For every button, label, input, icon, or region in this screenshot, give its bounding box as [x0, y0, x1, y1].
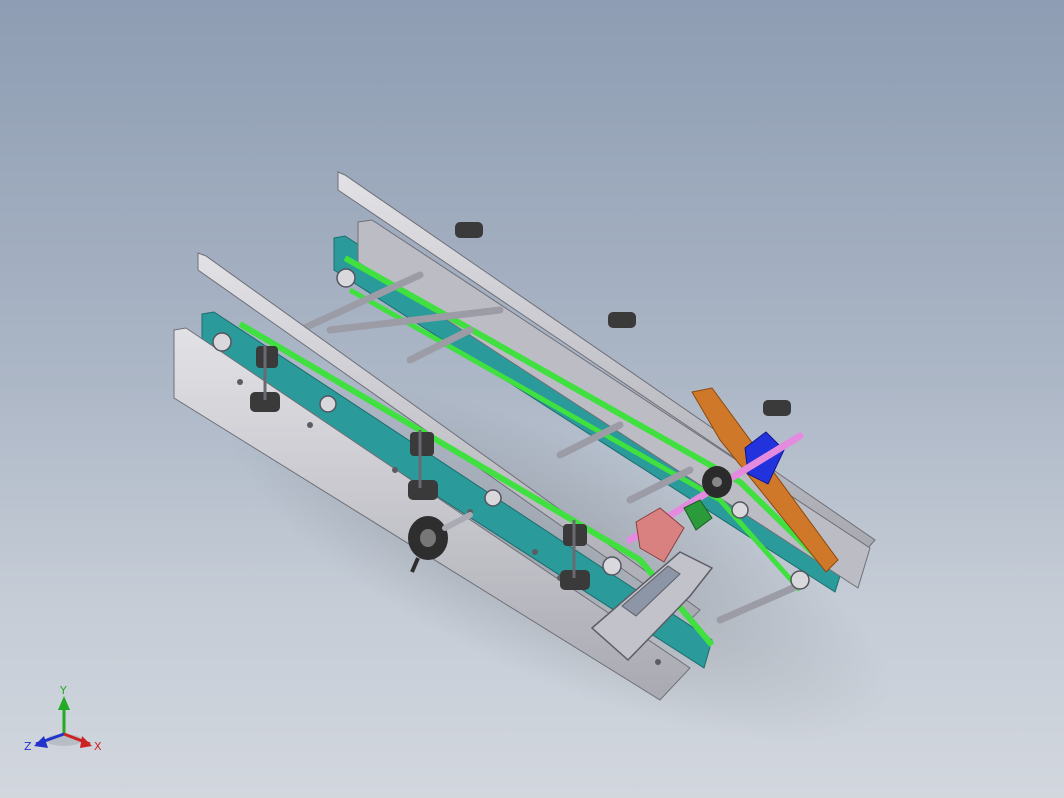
- y-axis-arrow: [58, 696, 70, 710]
- axis-triad: Y Z X: [24, 684, 102, 753]
- y-axis-label: Y: [59, 684, 67, 697]
- z-axis-arrow: [34, 736, 48, 748]
- x-axis-label: X: [94, 740, 102, 753]
- x-axis-arrow: [80, 736, 92, 748]
- z-axis-label: Z: [24, 740, 32, 753]
- drive-sprocket: [702, 466, 732, 498]
- cad-viewport[interactable]: [0, 0, 1064, 798]
